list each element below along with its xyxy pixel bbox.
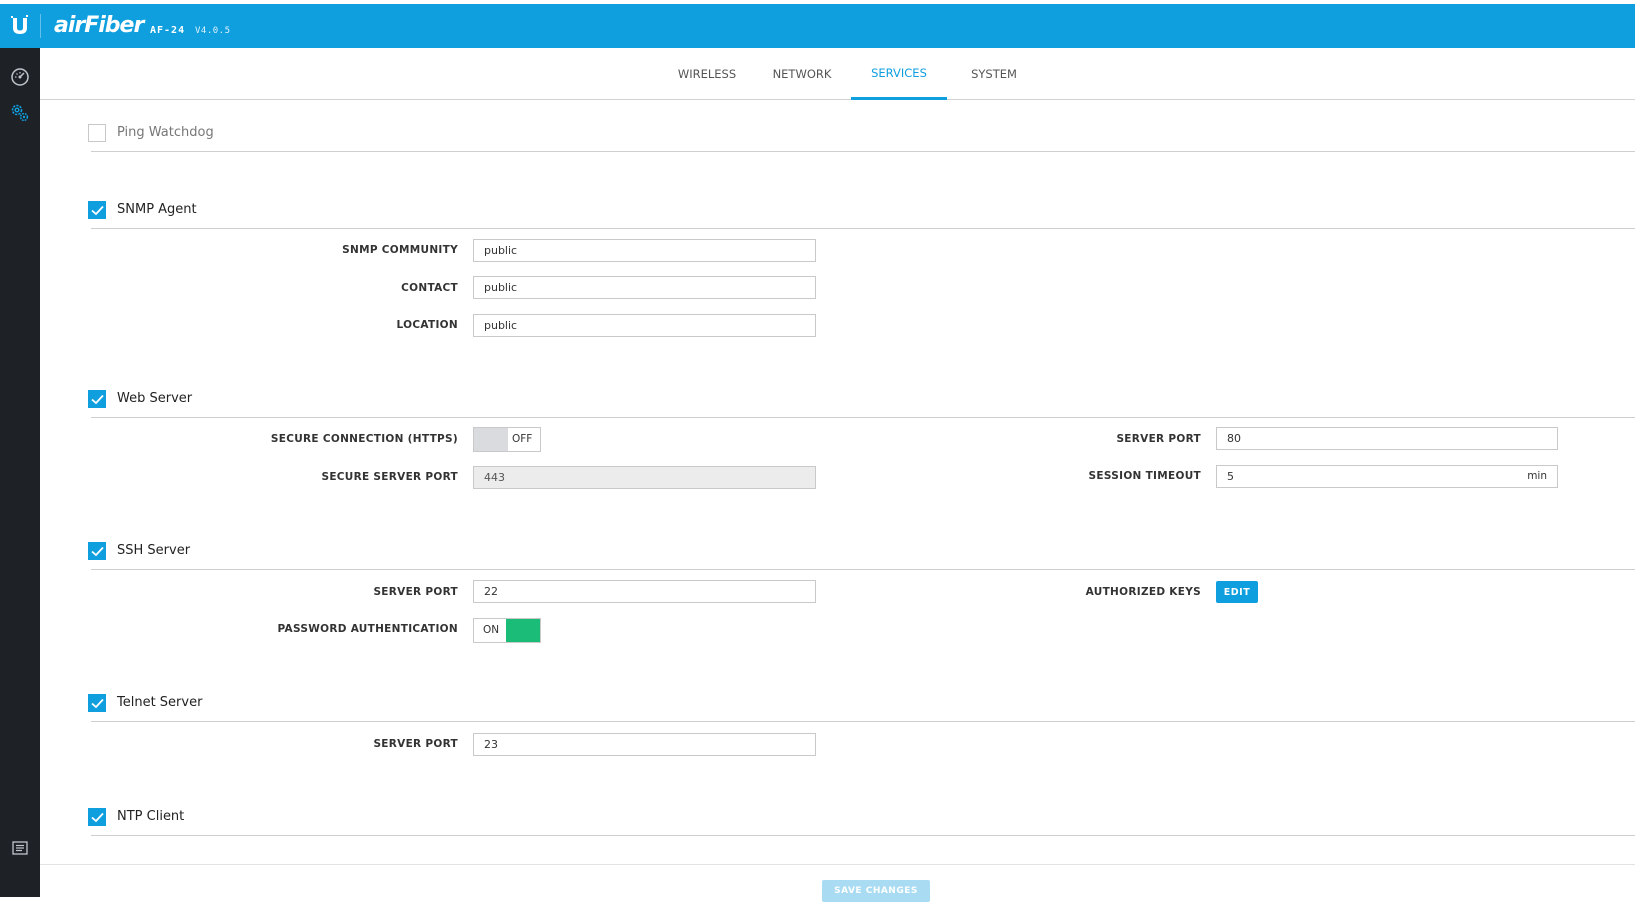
- contact-label: CONTACT: [401, 282, 458, 294]
- header-divider: [40, 14, 41, 38]
- footer-bar: SAVE CHANGES: [40, 864, 1635, 902]
- tab-network[interactable]: NETWORK: [770, 48, 834, 100]
- ssh-server-checkbox[interactable]: [88, 542, 106, 560]
- firmware-version: V4.0.5: [195, 26, 231, 36]
- gears-icon: [11, 104, 29, 122]
- save-changes-button[interactable]: SAVE CHANGES: [822, 880, 930, 902]
- section-title: NTP Client: [117, 809, 185, 824]
- device-model: AF-24: [150, 25, 186, 36]
- telnet-server-port-input[interactable]: 23: [473, 733, 816, 756]
- secure-server-port-label: SECURE SERVER PORT: [321, 471, 458, 483]
- dashboard-button[interactable]: [0, 60, 40, 94]
- location-label: LOCATION: [396, 319, 458, 331]
- checkmark-icon: [91, 698, 104, 709]
- secure-server-port-input: 443: [473, 466, 816, 489]
- sidebar: [0, 48, 40, 897]
- session-timeout-input[interactable]: 5 min: [1216, 465, 1558, 488]
- secure-connection-label: SECURE CONNECTION (HTTPS): [270, 433, 458, 445]
- web-server-checkbox[interactable]: [88, 390, 106, 408]
- section-title: Telnet Server: [117, 695, 203, 710]
- snmp-agent-checkbox[interactable]: [88, 201, 106, 219]
- ping-watchdog-section: Ping Watchdog: [88, 116, 1635, 152]
- tab-services[interactable]: SERVICES: [851, 48, 947, 100]
- toggle-knob: [474, 428, 508, 451]
- telnet-server-port-label: SERVER PORT: [373, 738, 458, 750]
- toggle-state: OFF: [512, 433, 533, 445]
- web-server-section: Web Server: [88, 382, 1635, 418]
- snmp-community-label: SNMP COMMUNITY: [342, 244, 458, 256]
- authorized-keys-label: AUTHORIZED KEYS: [1085, 586, 1201, 598]
- top-bar: airFiber AF-24 V4.0.5: [0, 4, 1635, 48]
- telnet-server-section: Telnet Server: [88, 686, 1635, 722]
- session-timeout-label: SESSION TIMEOUT: [1088, 470, 1201, 482]
- checkmark-icon: [91, 394, 104, 405]
- checkmark-icon: [91, 546, 104, 557]
- https-toggle[interactable]: OFF: [473, 427, 541, 452]
- tab-wireless[interactable]: WIRELESS: [678, 48, 736, 100]
- telnet-server-checkbox[interactable]: [88, 694, 106, 712]
- server-port-label: SERVER PORT: [1116, 433, 1201, 445]
- ssh-server-port-input[interactable]: 22: [473, 580, 816, 603]
- ubiquiti-logo-icon[interactable]: [0, 4, 40, 48]
- toggle-knob: [506, 619, 540, 642]
- log-list-icon: [12, 841, 28, 855]
- tab-bar: WIRELESS NETWORK SERVICES SYSTEM: [40, 48, 1635, 100]
- log-button[interactable]: [0, 831, 40, 865]
- tab-system[interactable]: SYSTEM: [966, 48, 1022, 100]
- section-title: Ping Watchdog: [117, 125, 214, 140]
- password-auth-toggle[interactable]: ON: [473, 618, 541, 643]
- dashboard-gauge-icon: [11, 68, 29, 86]
- section-title: SNMP Agent: [117, 202, 197, 217]
- password-auth-label: PASSWORD AUTHENTICATION: [277, 623, 458, 635]
- ping-watchdog-checkbox[interactable]: [88, 124, 106, 142]
- checkmark-icon: [91, 205, 104, 216]
- snmp-community-input[interactable]: public: [473, 239, 816, 262]
- session-timeout-value: 5: [1227, 470, 1234, 483]
- ssh-server-port-label: SERVER PORT: [373, 586, 458, 598]
- web-server-port-input[interactable]: 80: [1216, 427, 1558, 450]
- ntp-client-section: NTP Client: [88, 800, 1635, 836]
- checkmark-icon: [91, 812, 104, 823]
- services-form: Ping Watchdog SNMP Agent SNMP COMMUNITY …: [40, 101, 1635, 864]
- contact-input[interactable]: public: [473, 276, 816, 299]
- snmp-agent-section: SNMP Agent: [88, 193, 1635, 229]
- ntp-client-checkbox[interactable]: [88, 808, 106, 826]
- section-title: Web Server: [117, 391, 193, 406]
- section-title: SSH Server: [117, 543, 191, 558]
- location-input[interactable]: public: [473, 314, 816, 337]
- ssh-server-section: SSH Server: [88, 534, 1635, 570]
- brand-logo: airFiber: [54, 13, 144, 38]
- toggle-state: ON: [483, 624, 500, 636]
- settings-button[interactable]: [0, 96, 40, 130]
- timeout-unit: min: [1527, 470, 1547, 482]
- edit-keys-button[interactable]: EDIT: [1216, 581, 1258, 603]
